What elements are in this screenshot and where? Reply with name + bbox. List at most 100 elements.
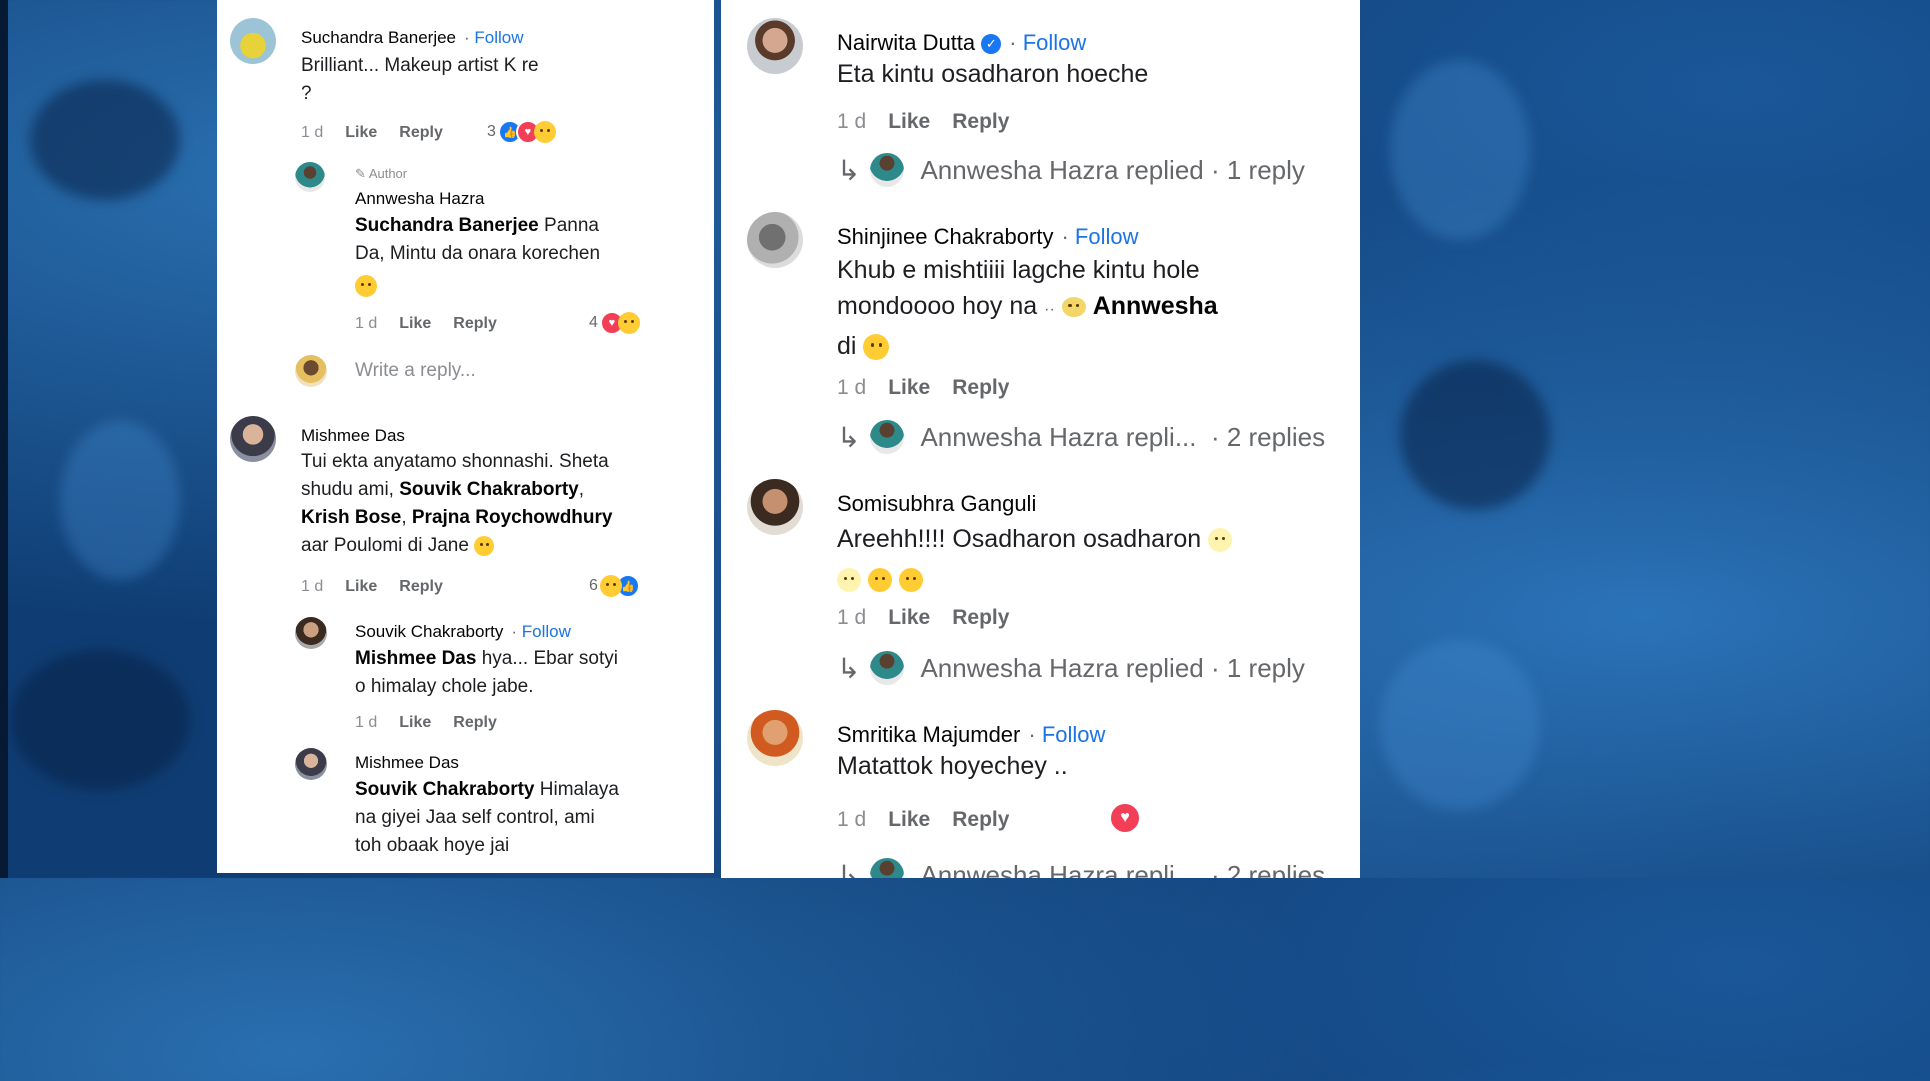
author-name[interactable]: Suchandra Banerjee	[301, 28, 456, 47]
reply-button[interactable]: Reply	[453, 315, 497, 332]
avatar[interactable]	[747, 479, 803, 535]
astonished-emoji-icon	[1208, 528, 1233, 553]
avatar[interactable]	[295, 748, 327, 780]
like-button[interactable]: Like	[888, 376, 930, 399]
timestamp[interactable]: 1 d	[301, 124, 323, 141]
mention-link[interactable]: Krish Bose	[301, 507, 401, 528]
reply-button[interactable]: Reply	[952, 110, 1009, 133]
comment-text: Khub e mishtiiii lagche kintu hole mondo…	[837, 252, 1337, 364]
timestamp[interactable]: 1 d	[355, 315, 377, 332]
comment-actions: 1 d Like Reply	[837, 110, 1031, 134]
comment-author[interactable]: Somisubhra Ganguli	[837, 491, 1036, 517]
comment-text-line: Tui ekta anyatamo shonnashi. Sheta	[301, 451, 609, 472]
timestamp[interactable]: 1 d	[837, 110, 866, 133]
background-texture	[30, 80, 180, 200]
reply-button[interactable]: Reply	[952, 376, 1009, 399]
like-button[interactable]: Like	[888, 110, 930, 133]
mention-link[interactable]: Souvik Chakraborty	[355, 779, 535, 800]
author-name[interactable]: Shinjinee Chakraborty	[837, 224, 1053, 249]
reply-text: Mishmee Das hya... Ebar sotyi o himalay …	[355, 645, 685, 701]
mention-link[interactable]: Mishmee Das	[355, 648, 476, 669]
avatar[interactable]	[747, 710, 803, 766]
like-button[interactable]: Like	[345, 124, 377, 141]
reply-button[interactable]: Reply	[952, 606, 1009, 629]
follow-link[interactable]: Follow	[1009, 30, 1086, 55]
comment-actions: 1 d Like Reply	[301, 578, 465, 596]
care-reaction-icon	[533, 121, 556, 143]
view-replies-link[interactable]: ↳ Annwesha Hazra repli... · 2 replies	[837, 858, 1325, 878]
reply-button[interactable]: Reply	[399, 578, 443, 595]
care-reaction-icon	[617, 312, 640, 334]
comment-text: Eta kintu osadharon hoeche	[837, 60, 1149, 88]
view-replies-link[interactable]: ↳ Annwesha Hazra replied · 1 reply	[837, 651, 1305, 685]
write-reply-input[interactable]: Write a reply...	[355, 360, 476, 382]
reply-actions: 1 d Like Reply	[355, 714, 519, 732]
follow-link[interactable]: Follow	[464, 28, 524, 47]
avatar[interactable]	[230, 18, 276, 64]
comment-actions: 1 d Like Reply	[301, 124, 465, 142]
comment-text-line: Brilliant... Makeup artist K re	[301, 55, 539, 76]
comment-text: Tui ekta anyatamo shonnashi. Sheta shudu…	[301, 448, 701, 560]
avatar[interactable]	[295, 162, 325, 192]
reply-arrow-icon: ↳	[837, 652, 861, 684]
clapping-hands-icon	[867, 568, 892, 593]
view-replies-link[interactable]: ↳ Annwesha Hazra replied · 1 reply	[837, 153, 1305, 187]
comment-text-dots: ··	[1044, 301, 1055, 318]
astonished-emoji-icon	[837, 568, 861, 593]
comment-text-line: aar Poulomi di Jane	[301, 535, 469, 556]
follow-link[interactable]: Follow	[1028, 722, 1105, 747]
follow-link[interactable]: Follow	[511, 622, 571, 641]
mention-link[interactable]: Prajna Roychowdhury	[412, 507, 613, 528]
replied-label: Annwesha Hazra replied	[920, 154, 1204, 185]
background-edge	[0, 0, 8, 878]
reaction-summary[interactable]: 4 ♥	[589, 311, 640, 335]
replies-count: · 2 replies	[1210, 859, 1326, 879]
comment-author: Smritika Majumder Follow	[837, 722, 1105, 748]
timestamp[interactable]: 1 d	[837, 606, 866, 629]
reaction-summary[interactable]: 6 👍	[589, 574, 640, 598]
reply-arrow-icon: ↳	[837, 421, 861, 453]
comment-text-line: ?	[301, 83, 312, 104]
mention-link[interactable]: Souvik Chakraborty	[399, 479, 579, 500]
reply-author[interactable]: Annwesha Hazra	[355, 189, 484, 209]
comment-text-line: Khub e mishtiiii lagche kintu hole	[837, 256, 1200, 284]
author-name[interactable]: Souvik Chakraborty	[355, 622, 503, 641]
comment-author[interactable]: Mishmee Das	[301, 426, 405, 446]
winking-tongue-emoji-icon	[474, 535, 495, 556]
timestamp[interactable]: 1 d	[301, 578, 323, 595]
comment-text: Matattok hoyechey ..	[837, 752, 1068, 780]
comment-author: Nairwita Dutta ✓ Follow	[837, 30, 1086, 56]
avatar[interactable]	[230, 416, 276, 462]
comment-actions: 1 d Like Reply	[837, 808, 1031, 832]
replies-count: · 1 reply	[1210, 652, 1305, 683]
mention-link[interactable]: Annwesha	[1093, 292, 1218, 320]
timestamp[interactable]: 1 d	[355, 714, 377, 731]
like-button[interactable]: Like	[345, 578, 377, 595]
author-name[interactable]: Nairwita Dutta	[837, 30, 975, 55]
avatar[interactable]	[747, 212, 803, 268]
reply-button[interactable]: Reply	[453, 714, 497, 731]
like-button[interactable]: Like	[888, 808, 930, 831]
follow-link[interactable]: Follow	[1061, 224, 1138, 249]
view-replies-link[interactable]: ↳ Annwesha Hazra repli... · 2 replies	[837, 420, 1325, 454]
reply-button[interactable]: Reply	[952, 808, 1009, 831]
timestamp[interactable]: 1 d	[837, 808, 866, 831]
reply-text-line: na giyei Jaa self control, ami	[355, 807, 595, 828]
replied-label: Annwesha Hazra repli...	[920, 859, 1197, 879]
avatar[interactable]	[747, 18, 803, 74]
like-button[interactable]: Like	[888, 606, 930, 629]
reply-button[interactable]: Reply	[399, 124, 443, 141]
like-button[interactable]: Like	[399, 315, 431, 332]
love-reaction-icon[interactable]: ♥	[1109, 802, 1141, 834]
like-button[interactable]: Like	[399, 714, 431, 731]
timestamp[interactable]: 1 d	[837, 376, 866, 399]
reaction-summary[interactable]: 3 👍 ♥	[487, 120, 556, 144]
mention-link[interactable]: Suchandra Banerjee	[355, 215, 539, 236]
comment-text-line: shudu ami,	[301, 479, 400, 500]
replier-avatar	[870, 651, 905, 685]
current-user-avatar[interactable]	[295, 355, 327, 387]
avatar[interactable]	[295, 617, 327, 649]
author-name[interactable]: Smritika Majumder	[837, 722, 1020, 747]
reply-author[interactable]: Mishmee Das	[355, 753, 459, 773]
reply-arrow-icon: ↳	[837, 859, 861, 879]
